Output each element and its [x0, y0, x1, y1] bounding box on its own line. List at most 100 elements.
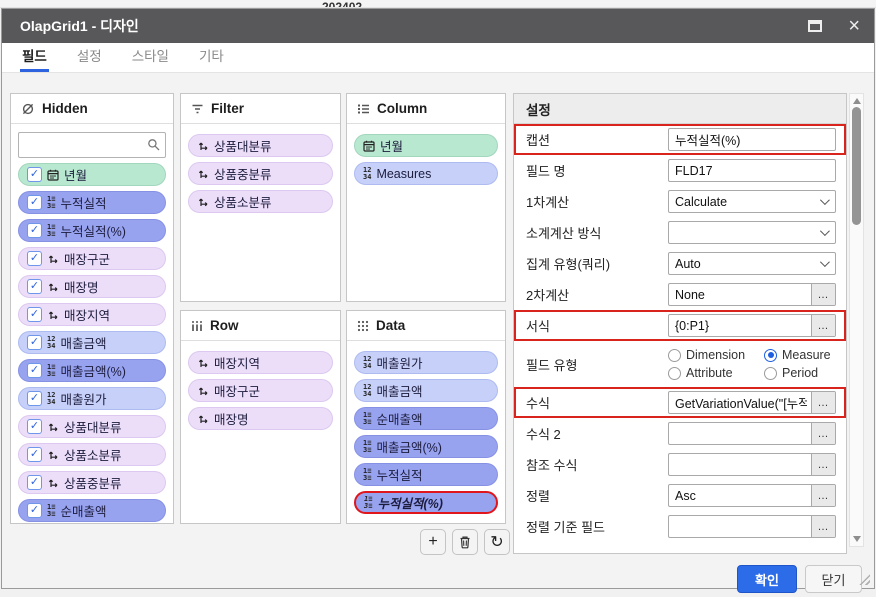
checkbox-checked[interactable]: ✓	[27, 391, 42, 406]
tab-fields[interactable]: 필드	[20, 39, 49, 72]
filter-panel-header: Filter	[181, 94, 340, 124]
data-item[interactable]: 1234 매출원가	[354, 351, 498, 374]
settings-scrollbar[interactable]	[849, 93, 864, 547]
radio-icon[interactable]	[764, 367, 777, 380]
column-item[interactable]: 1234 Measures	[354, 162, 498, 185]
tab-etc[interactable]: 기타	[197, 39, 226, 72]
checkbox-checked[interactable]: ✓	[27, 223, 42, 238]
column-panel-header: Column	[347, 94, 505, 124]
field-label: 상품중분류	[214, 164, 272, 183]
column-item[interactable]: 년월	[354, 134, 498, 157]
checkbox-checked[interactable]: ✓	[27, 251, 42, 266]
checkbox-checked[interactable]: ✓	[27, 363, 42, 378]
delete-field-button[interactable]	[452, 529, 478, 555]
setting-label: 수식	[526, 393, 668, 412]
scroll-up-icon[interactable]	[853, 98, 861, 104]
data-item[interactable]: 1≡3≡ 순매출액	[354, 407, 498, 430]
background-app-strip: 202402	[0, 0, 876, 8]
dimension-icon	[47, 309, 59, 321]
close-window-icon[interactable]: ×	[848, 19, 860, 33]
hidden-item[interactable]: ✓ 1234 매출원가	[18, 387, 166, 410]
hidden-item[interactable]: ✓ 1234 매출금액	[18, 331, 166, 354]
setting-label: 참조 수식	[526, 455, 668, 474]
radio-attribute[interactable]: Attribute	[668, 366, 764, 380]
hidden-search-input[interactable]	[18, 132, 166, 158]
checkbox-checked[interactable]: ✓	[27, 279, 42, 294]
filter-item[interactable]: 상품중분류	[188, 162, 333, 185]
ellipsis-button[interactable]: …	[811, 516, 835, 537]
primary-calc-select[interactable]: Calculate	[668, 190, 836, 213]
field-label: 매출금액(%)	[60, 361, 125, 380]
aggregate-type-select[interactable]: Auto	[668, 252, 836, 275]
setting-row-field-type: 필드 유형 Dimension Measure Attribute Period	[514, 341, 846, 387]
design-dialog: OlapGrid1 - 디자인 × 필드 설정 스타일 기타 Hidden ✓ …	[1, 8, 875, 589]
field-label: 매장명	[214, 409, 249, 428]
field-label: 상품대분류	[64, 417, 122, 436]
radio-icon[interactable]	[668, 367, 681, 380]
checkbox-checked[interactable]: ✓	[27, 335, 42, 350]
setting-row-sort: 정렬 …	[514, 480, 846, 511]
setting-row-primary-calc: 1차계산 Calculate	[514, 186, 846, 217]
data-item-selected[interactable]: 1≡3≡ 누적실적(%)	[354, 491, 498, 514]
hidden-item[interactable]: ✓ 매장구군	[18, 247, 166, 270]
checkbox-checked[interactable]: ✓	[27, 307, 42, 322]
row-item[interactable]: 매장지역	[188, 351, 333, 374]
ellipsis-button[interactable]: …	[811, 284, 835, 305]
scrollbar-thumb[interactable]	[852, 107, 861, 225]
add-field-button[interactable]: +	[420, 529, 446, 555]
hidden-item[interactable]: ✓ 1≡3≡ 누적실적(%)	[18, 219, 166, 242]
radio-icon-selected[interactable]	[764, 349, 777, 362]
hidden-item[interactable]: ✓ 상품대분류	[18, 415, 166, 438]
filter-item[interactable]: 상품대분류	[188, 134, 333, 157]
caption-input[interactable]	[668, 128, 836, 151]
dimension-icon	[47, 281, 59, 293]
radio-icon[interactable]	[668, 349, 681, 362]
data-item[interactable]: 1≡3≡ 매출금액(%)	[354, 435, 498, 458]
restore-window-icon[interactable]	[808, 20, 822, 32]
checkbox-checked[interactable]: ✓	[27, 503, 42, 518]
radio-period[interactable]: Period	[764, 366, 836, 380]
field-label: 매출금액	[376, 381, 422, 400]
data-item[interactable]: 1234 매출금액	[354, 379, 498, 402]
filter-item[interactable]: 상품소분류	[188, 190, 333, 213]
hidden-item[interactable]: ✓ 년월	[18, 163, 166, 186]
ellipsis-button[interactable]: …	[811, 392, 835, 413]
checkbox-checked[interactable]: ✓	[27, 475, 42, 490]
checkbox-checked[interactable]: ✓	[27, 447, 42, 462]
ellipsis-button[interactable]: …	[811, 423, 835, 444]
radio-dimension[interactable]: Dimension	[668, 348, 764, 362]
tab-settings[interactable]: 설정	[75, 39, 104, 72]
row-item[interactable]: 매장구군	[188, 379, 333, 402]
close-button[interactable]: 닫기	[805, 565, 862, 593]
scroll-down-icon[interactable]	[853, 536, 861, 542]
hidden-item[interactable]: ✓ 매장명	[18, 275, 166, 298]
ok-button[interactable]: 확인	[737, 565, 797, 593]
hidden-item[interactable]: ✓ 1≡3≡ 순매출액	[18, 499, 166, 522]
column-panel: Column 년월 1234 Measures	[346, 93, 506, 302]
chevron-down-icon	[820, 226, 830, 236]
ellipsis-button[interactable]: …	[811, 454, 835, 475]
subtotal-method-select[interactable]	[668, 221, 836, 244]
field-label: 매출원가	[60, 389, 106, 408]
checkbox-checked[interactable]: ✓	[27, 167, 42, 182]
tab-style[interactable]: 스타일	[130, 39, 171, 72]
row-item[interactable]: 매장명	[188, 407, 333, 430]
hidden-item[interactable]: ✓ 1≡3≡ 누적실적	[18, 191, 166, 214]
setting-row-format: 서식 …	[514, 310, 846, 341]
ellipsis-button[interactable]: …	[811, 315, 835, 336]
hidden-item[interactable]: ✓ 상품소분류	[18, 443, 166, 466]
field-name-input[interactable]	[668, 159, 836, 182]
field-label: 순매출액	[60, 501, 106, 520]
dimension-icon	[47, 449, 59, 461]
hidden-item[interactable]: ✓ 상품중분류	[18, 471, 166, 494]
hidden-item[interactable]: ✓ 매장지역	[18, 303, 166, 326]
radio-measure[interactable]: Measure	[764, 348, 836, 362]
checkbox-checked[interactable]: ✓	[27, 419, 42, 434]
hidden-item[interactable]: ✓ 1≡3≡ 매출금액(%)	[18, 359, 166, 382]
refresh-button[interactable]: ↻	[484, 529, 510, 555]
checkbox-checked[interactable]: ✓	[27, 195, 42, 210]
data-item[interactable]: 1≡3≡ 누적실적	[354, 463, 498, 486]
calc-measure-icon: 1≡3≡	[363, 468, 371, 481]
column-panel-title: Column	[377, 101, 427, 116]
ellipsis-button[interactable]: …	[811, 485, 835, 506]
